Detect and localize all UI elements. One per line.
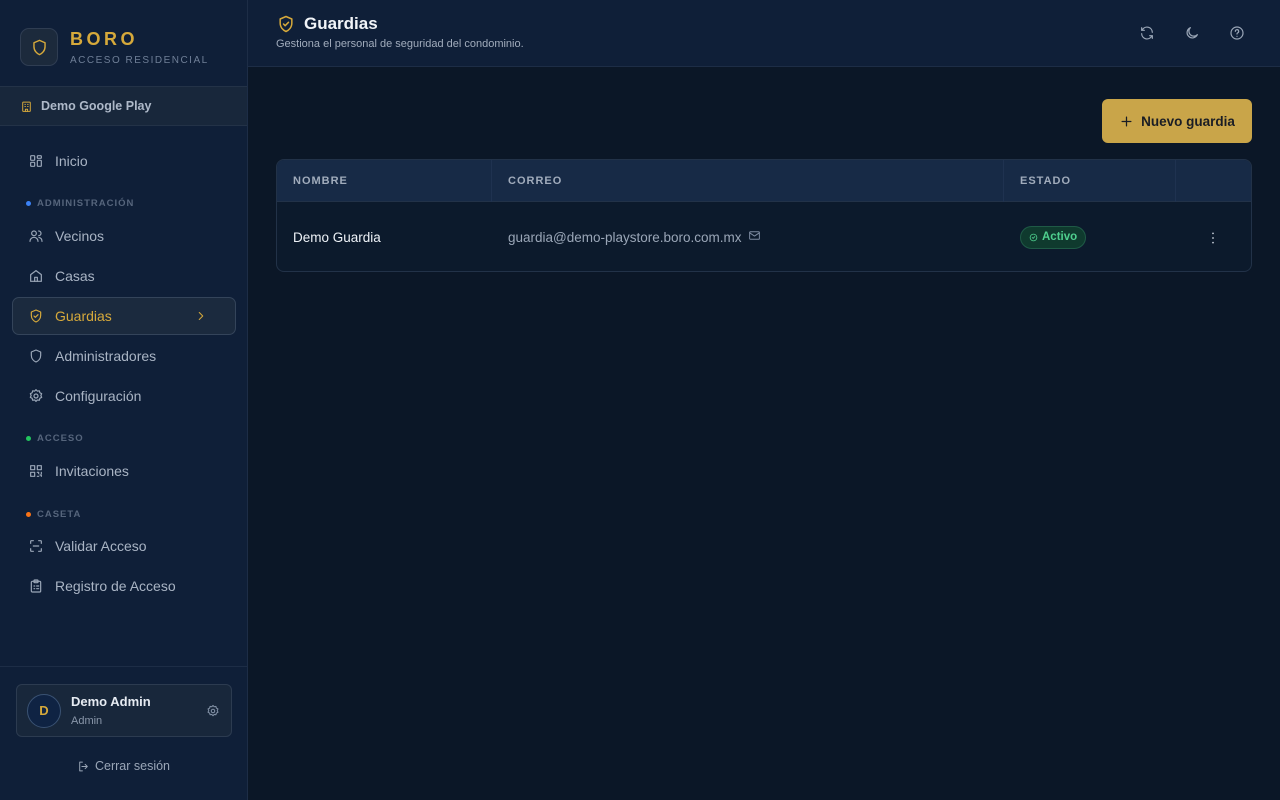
logout-label: Cerrar sesión: [94, 759, 171, 773]
column-header-estado[interactable]: ESTADO: [1004, 160, 1176, 202]
brand[interactable]: BORO ACCESO RESIDENCIAL: [20, 28, 209, 66]
org-name: Demo Google Play: [41, 99, 152, 113]
more-vertical-icon: [1212, 232, 1214, 244]
nav-item-label: Registro de Acceso: [55, 578, 176, 594]
user-card[interactable]: D Demo Admin Admin: [16, 684, 232, 737]
column-header-actions: [1176, 160, 1251, 202]
table-row[interactable]: Demo Guardia guardia@demo-playstore.boro…: [277, 202, 1251, 271]
clipboard-icon: [30, 579, 42, 593]
plus-icon: [1121, 116, 1132, 126]
section-acceso: ACCESO: [26, 433, 84, 444]
brand-name: BORO: [70, 28, 138, 49]
cell-estado: Activo: [1004, 202, 1087, 271]
cell-correo: guardia@demo-playstore.boro.com.mx: [492, 202, 761, 271]
org-selector[interactable]: Demo Google Play: [0, 86, 247, 126]
column-header-correo[interactable]: CORREO: [492, 160, 1004, 202]
new-guard-label: Nuevo guardia: [1141, 113, 1235, 129]
page-subtitle: Gestiona el personal de seguridad del co…: [276, 38, 524, 50]
gear-icon[interactable]: [206, 704, 220, 718]
theme-toggle-button[interactable]: [1181, 22, 1203, 44]
column-header-nombre[interactable]: NOMBRE: [277, 160, 492, 202]
mail-icon[interactable]: [748, 229, 761, 242]
nav-item-label: Vecinos: [55, 228, 105, 244]
nav-item-inicio[interactable]: Inicio: [12, 142, 236, 180]
section-dot: [26, 201, 31, 206]
user-role: Admin: [71, 715, 103, 727]
nav-item-label: Guardias: [55, 308, 112, 324]
section-dot: [26, 512, 31, 517]
nav-item-label: Administradores: [55, 348, 157, 364]
building-icon: [22, 101, 31, 112]
nav-item-label: Casas: [55, 268, 95, 284]
gear-icon: [29, 389, 43, 402]
logout-icon: [79, 761, 88, 771]
brand-logo: [20, 28, 58, 66]
page-title: Guardias: [304, 14, 378, 33]
guards-table: NOMBRE CORREO ESTADO Demo Guardia guardi…: [276, 159, 1252, 272]
row-actions-button[interactable]: [1204, 229, 1222, 247]
section-caseta: CASETA: [26, 509, 81, 520]
help-button[interactable]: [1226, 22, 1248, 44]
sidebar: BORO ACCESO RESIDENCIAL Demo Google Play…: [0, 0, 248, 800]
nav-item-label: Inicio: [55, 153, 88, 169]
check-circle-icon: [1029, 233, 1038, 241]
refresh-button[interactable]: [1136, 22, 1158, 44]
nav-item-guardias[interactable]: Guardias: [12, 297, 236, 335]
page-header: Guardias Gestiona el personal de segurid…: [248, 0, 1280, 67]
help-icon: [1230, 26, 1244, 40]
nav-item-validar-acceso[interactable]: Validar Acceso: [12, 527, 236, 565]
qr-code-icon: [30, 465, 42, 477]
shield-check-icon: [30, 309, 42, 323]
section-dot: [26, 436, 31, 441]
avatar: D: [27, 693, 61, 728]
scan-icon: [30, 540, 42, 552]
section-administracion: ADMINISTRACIÓN: [26, 198, 134, 209]
status-badge: Activo: [1020, 225, 1087, 249]
home-icon: [30, 270, 42, 282]
nav-item-invitaciones[interactable]: Invitaciones: [12, 452, 236, 490]
shield-check-icon: [279, 15, 293, 33]
section-label: ADMINISTRACIÓN: [37, 198, 135, 209]
refresh-icon: [1141, 26, 1153, 40]
cell-correo-text: guardia@demo-playstore.boro.com.mx: [508, 229, 742, 245]
nav-item-configuracion[interactable]: Configuración: [12, 377, 236, 415]
user-name: Demo Admin: [71, 694, 151, 709]
shield-icon: [30, 349, 42, 363]
chevron-right-icon: [198, 311, 204, 321]
status-label: Activo: [1042, 231, 1078, 243]
nav-item-administradores[interactable]: Administradores: [12, 337, 236, 375]
new-guard-button[interactable]: Nuevo guardia: [1102, 99, 1252, 143]
dashboard-icon: [30, 155, 42, 167]
brand-subtitle: ACCESO RESIDENCIAL: [70, 54, 209, 66]
shield-icon: [32, 39, 46, 55]
sidebar-footer: D Demo Admin Admin Cerrar sesión: [0, 666, 247, 800]
table-header: NOMBRE CORREO ESTADO: [277, 160, 1251, 202]
users-icon: [29, 230, 43, 242]
logout-button[interactable]: Cerrar sesión: [0, 759, 247, 773]
cell-nombre: Demo Guardia: [293, 229, 381, 245]
section-label: ACCESO: [37, 433, 84, 444]
moon-icon: [1186, 27, 1198, 39]
nav-item-label: Configuración: [55, 388, 142, 404]
nav-item-registro-acceso[interactable]: Registro de Acceso: [12, 567, 236, 605]
nav-item-label: Invitaciones: [55, 463, 129, 479]
nav-item-label: Validar Acceso: [55, 538, 147, 554]
nav-item-casas[interactable]: Casas: [12, 257, 236, 295]
nav-item-vecinos[interactable]: Vecinos: [12, 217, 236, 255]
section-label: CASETA: [37, 509, 82, 520]
